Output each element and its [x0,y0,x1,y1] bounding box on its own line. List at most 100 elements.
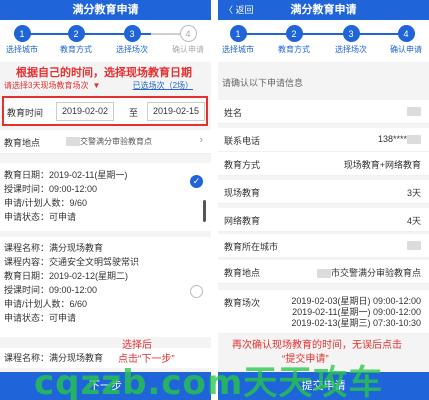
date-from-input[interactable]: 2019-02-02 [56,102,114,121]
left-step-3[interactable]: 3 选择场次 [107,25,157,55]
chevron-right-icon: › [199,134,203,146]
field-onsite: 现场教育 3天 [218,180,429,204]
session-date: 教育日期：2019-02-11(星期一) [4,170,128,180]
session-card-3[interactable]: 课程名称：满分现场教育 [0,348,211,368]
step-number: 3 [123,25,141,42]
place-value-text: 市交警满分审验教育点 [330,268,421,278]
field-label: 教育地点 [224,268,261,278]
field-value: 4天 [406,216,421,226]
location-selector[interactable]: 教育地点 交警满分审验教育点 › [0,130,211,154]
date-range-filter: 教育时间 2019-02-02 至 2019-02-15 [2,96,208,126]
date-to-input[interactable]: 2019-02-15 [147,102,205,121]
session-time-item: 2019-02-13(星期三) 07:30-10:30 [291,318,421,328]
right-step-3[interactable]: 3 选择场次 [326,25,376,55]
right-page-title: 满分教育申请 [290,4,357,16]
right-step-2[interactable]: 2 教育方式 [269,25,319,55]
confirm-info-heading: 请确认以下申请信息 [222,78,304,88]
step-number: 2 [285,25,303,42]
step-label: 选择城市 [6,45,38,54]
blurred-text [407,241,421,251]
session-date: 教育日期：2019-02-12(星期二) [4,271,129,281]
step-number: 2 [67,25,85,42]
date-range-separator: 至 [129,108,139,118]
session-time: 授课时间：09:00-12:00 [4,285,98,295]
session-card-2[interactable]: 课程名称：满分现场教育 课程内容：交通安全文明驾驶常识 教育日期：2019-02… [0,237,211,337]
field-value: 3天 [406,188,421,198]
left-step-4[interactable]: 4 确认申请 [163,25,211,55]
session-time: 授课时间：09:00-12:00 [4,184,98,194]
session-time-item: 2019-02-03(星期日) 09:00-12:00 [291,296,421,306]
selected-sessions-link[interactable]: 已选场次（2场） [133,81,193,90]
step-number: 1 [229,25,247,42]
blurred-text [407,135,421,145]
right-screen: 〈 返回 满分教育申请 1 选择城市 2 教育方式 3 选择场次 4 确认申请 … [218,0,429,400]
blurred-text [316,269,331,279]
annotation-choose-date: 根据自己的时间，选择现场教育日期 [16,67,192,79]
field-label: 姓名 [224,108,243,118]
session-1-checked-icon[interactable]: ✓ [190,175,203,188]
field-label: 教育方式 [224,160,261,170]
session-capacity: 申请/计划人数：6/60 [4,299,88,309]
location-value-text: 交警满分审验教育点 [80,137,152,146]
left-step-1[interactable]: 1 选择城市 [0,25,47,55]
step-label: 确认申请 [172,45,204,54]
step-label: 选择场次 [335,45,367,54]
course-name: 课程名称：满分现场教育 [4,353,104,363]
session-hint: 请选择3天现场教育场次 ▼ 已选场次（2场） [4,80,193,91]
left-step-indicator: 1 选择城市 2 教育方式 3 选择场次 4 确认申请 [0,20,211,62]
left-page-title: 满分教育申请 [72,4,139,16]
right-step-indicator: 1 选择城市 2 教育方式 3 选择场次 4 确认申请 [218,20,429,62]
annotation-click-next: 点击“下一步” [118,354,175,365]
step-label: 选择城市 [222,45,254,54]
field-sessions: 教育场次 2019-02-03(星期日) 09:00-12:00 2019-02… [218,290,429,334]
back-button[interactable]: 〈 返回 [224,0,254,20]
location-value: 交警满分审验教育点 [66,136,152,147]
submit-application-button[interactable]: 提交申请 [218,372,429,400]
annotation-after-select: 选择后 [122,340,152,351]
field-mode: 教育方式 现场教育+网络教育 [218,152,429,176]
step-number: 3 [342,25,360,42]
right-navbar: 〈 返回 满分教育申请 [218,0,429,20]
field-label: 教育所在城市 [224,242,279,252]
annotation-submit: “提交申请” [282,354,329,365]
step-label: 确认申请 [390,45,422,54]
triangle-down-icon: ▼ [92,81,101,90]
session-2-unchecked-icon[interactable] [190,285,203,298]
scrollbar[interactable] [203,200,206,222]
field-label: 网络教育 [224,216,261,226]
step-number: 1 [13,25,31,42]
left-navbar: 满分教育申请 [0,0,211,20]
field-value: 市交警满分审验教育点 [316,266,421,279]
field-value [407,240,421,251]
step-label: 选择场次 [116,45,148,54]
course-content: 课程内容：交通安全文明驾驶常识 [4,257,140,267]
right-step-4[interactable]: 4 确认申请 [381,25,429,55]
field-value [407,106,421,117]
session-capacity: 申请/计划人数：9/60 [4,198,88,208]
location-label: 教育地点 [4,138,41,148]
phone-value-text: 138**** [377,134,407,144]
field-value: 现场教育+网络教育 [343,160,421,170]
field-name: 姓名 [218,100,429,124]
step-number: 4 [397,25,415,42]
blurred-text [66,137,80,147]
step-label: 教育方式 [60,45,92,54]
course-name: 课程名称：满分现场教育 [4,243,104,253]
field-label: 现场教育 [224,188,261,198]
next-step-button[interactable]: 下一步 [0,372,211,400]
left-screen: 满分教育申请 1 选择城市 2 教育方式 3 选择场次 4 确认申请 根据自己的… [0,0,211,400]
session-time-item: 2019-02-11(星期一) 09:00-12:00 [292,307,421,317]
field-label: 联系电话 [224,136,261,146]
annotation-confirm-time: 再次确认现场教育的时间，无误后点击 [232,340,402,351]
blurred-text [407,107,421,117]
field-online: 网络教育 4天 [218,208,429,232]
right-step-1[interactable]: 1 选择城市 [218,25,263,55]
session-status: 申请状态：可申请 [4,313,77,323]
date-label: 教育时间 [7,108,44,118]
left-step-2[interactable]: 2 教育方式 [51,25,101,55]
field-value: 138**** [377,134,421,145]
session-status: 申请状态：可申请 [4,212,77,222]
session-card-1[interactable]: 教育日期：2019-02-11(星期一) 授课时间：09:00-12:00 申请… [0,163,211,231]
field-phone: 联系电话 138**** [218,128,429,152]
field-city: 教育所在城市 [218,234,429,258]
